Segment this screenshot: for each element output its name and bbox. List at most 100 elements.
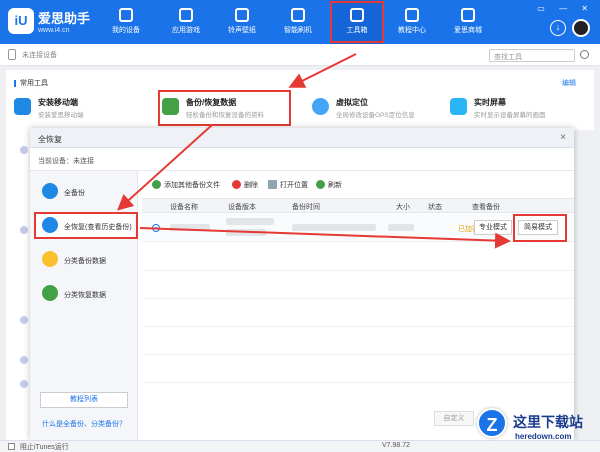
table-row[interactable]: 已加密 专业模式 简易模式 (142, 214, 574, 242)
tools-panel: 常用工具 编辑 安装移动端 安装爱思移动端 备份/恢复数据 轻松备份和恢复设备的… (6, 70, 594, 130)
nav-flash[interactable]: 智能刷机 (272, 0, 324, 44)
share-arrow-icon (42, 183, 58, 199)
edit-link[interactable]: 编辑 (562, 78, 576, 88)
bg-tool-icon (20, 316, 28, 324)
nav-tutorials[interactable]: 教程中心 (386, 0, 438, 44)
tool-install-mobile[interactable]: 安装移动端 安装爱思移动端 (14, 96, 134, 122)
highlight-toolbox (330, 1, 384, 43)
top-bar: iU 爱思助手 www.i4.cn 我的设备 应用游戏 铃声壁纸 智能刷机 工具… (0, 0, 600, 44)
search-icon[interactable] (580, 50, 589, 59)
toolbar-label: 刷新 (328, 182, 342, 189)
app-logo-icon: iU (8, 8, 34, 34)
table-header: 设备名称 设备版本 备份时间 大小 状态 查看备份 (142, 198, 574, 213)
watermark-title: 这里下载站 (513, 415, 583, 431)
column-header: 查看备份 (472, 204, 500, 211)
column-header: 大小 (396, 204, 410, 211)
close-icon[interactable]: × (560, 132, 566, 143)
nav-apps-games[interactable]: 应用游戏 (160, 0, 212, 44)
tool-live-screen[interactable]: 实时屏幕 实时显示设备屏幕的画面 (450, 96, 570, 122)
tool-name: 安装移动端 (38, 98, 78, 107)
screen-icon (450, 98, 467, 115)
current-device: 当前设备：未连接 (38, 158, 94, 165)
tutorial-list-button[interactable]: 教程列表 (40, 392, 128, 408)
divider (142, 326, 574, 327)
divider (142, 354, 574, 355)
delete-icon (232, 180, 241, 189)
bg-tool-icon (20, 356, 28, 364)
refresh-button[interactable]: 刷新 (316, 180, 342, 190)
divider (142, 382, 574, 383)
highlight-full-restore (34, 212, 138, 239)
nav-label: 应用游戏 (172, 27, 200, 34)
nav-ringtones[interactable]: 铃声壁纸 (216, 0, 268, 44)
block-itunes-checkbox[interactable] (8, 443, 15, 450)
bg-tool-icon (20, 380, 28, 388)
nav-my-device[interactable]: 我的设备 (100, 0, 152, 44)
category-restore-icon (42, 285, 58, 301)
graduation-icon (405, 8, 419, 22)
section-title: 常用工具 (14, 78, 48, 88)
device-icon (8, 49, 16, 60)
download-icon[interactable]: ↓ (550, 20, 566, 36)
pro-mode-button[interactable]: 专业模式 (474, 220, 512, 235)
delete-button[interactable]: 删除 (232, 180, 258, 190)
store-icon (461, 8, 475, 22)
open-location-button[interactable]: 打开位置 (268, 180, 308, 190)
search-input[interactable]: 查找工具 (489, 49, 575, 62)
tool-name: 实时屏幕 (474, 98, 506, 107)
mobile-icon (14, 98, 31, 115)
toolbar-label: 打开位置 (280, 182, 308, 189)
sidebar-item-full-backup[interactable]: 全备份 (36, 179, 134, 205)
column-header: 设备名称 (170, 204, 198, 211)
block-itunes-label: 阻止iTunes运行 (20, 444, 69, 451)
window-controls[interactable]: ▭ — ✕ (537, 4, 594, 13)
add-backup-button[interactable]: 添加其他备份文件 (152, 180, 220, 190)
highlight-simple-mode (513, 214, 567, 242)
sidebar-item-label: 分类备份数据 (64, 258, 106, 265)
version-label: V7.98.72 (382, 442, 411, 449)
sidebar-item-label: 全备份 (64, 190, 85, 197)
sidebar-item-label: 分类恢复数据 (64, 292, 106, 299)
location-icon (312, 98, 329, 115)
sidebar-item-category-restore[interactable]: 分类恢复数据 (36, 281, 134, 307)
nav-label: 教程中心 (398, 27, 426, 34)
phone-icon (119, 8, 133, 22)
restore-dialog: 全恢复 × 当前设备：未连接 全备份 全恢复(查看历史备份) 分类备份数据 分类… (30, 128, 574, 440)
sidebar-item-category-backup[interactable]: 分类备份数据 (36, 247, 134, 273)
tool-desc: 实时显示设备屏幕的画面 (474, 112, 546, 119)
blurred-size (388, 224, 414, 231)
blurred-version (226, 229, 266, 236)
plus-icon (152, 180, 161, 189)
row-radio[interactable] (152, 224, 160, 232)
column-header: 状态 (428, 204, 442, 211)
toolbar-label: 删除 (244, 182, 258, 189)
column-header: 备份时间 (292, 204, 320, 211)
background-tool-strip (6, 130, 30, 440)
toolbar-label: 添加其他备份文件 (164, 182, 220, 189)
blurred-time (292, 224, 376, 231)
refresh-icon (291, 8, 305, 22)
app-brand: 爱思助手 (38, 11, 91, 26)
tool-name: 虚拟定位 (336, 98, 368, 107)
tool-desc: 全局修改设备GPS定位信息 (336, 112, 415, 119)
device-bar: 未连接设备 查找工具 (0, 44, 600, 66)
watermark-logo-icon: Z (477, 408, 507, 438)
divider (142, 298, 574, 299)
music-icon (235, 8, 249, 22)
tool-virtual-location[interactable]: 虚拟定位 全局修改设备GPS定位信息 (312, 96, 432, 122)
custom-button[interactable]: 自定义 (434, 411, 474, 426)
nav-label: 铃声壁纸 (228, 27, 256, 34)
nav-label: 智能刷机 (284, 27, 312, 34)
column-header: 设备版本 (228, 204, 256, 211)
highlight-backup-tool (158, 90, 291, 126)
refresh-icon (316, 180, 325, 189)
watermark-url: heredown.com (515, 432, 572, 441)
help-link[interactable]: 什么是全备份、分类备份？ (42, 419, 126, 429)
avatar[interactable] (572, 19, 590, 37)
device-status: 未连接设备 (22, 52, 57, 59)
blurred-device-name (170, 224, 210, 231)
nav-store[interactable]: 爱思商城 (442, 0, 494, 44)
divider (142, 270, 574, 271)
nav-label: 我的设备 (112, 27, 140, 34)
folder-icon (268, 180, 277, 189)
